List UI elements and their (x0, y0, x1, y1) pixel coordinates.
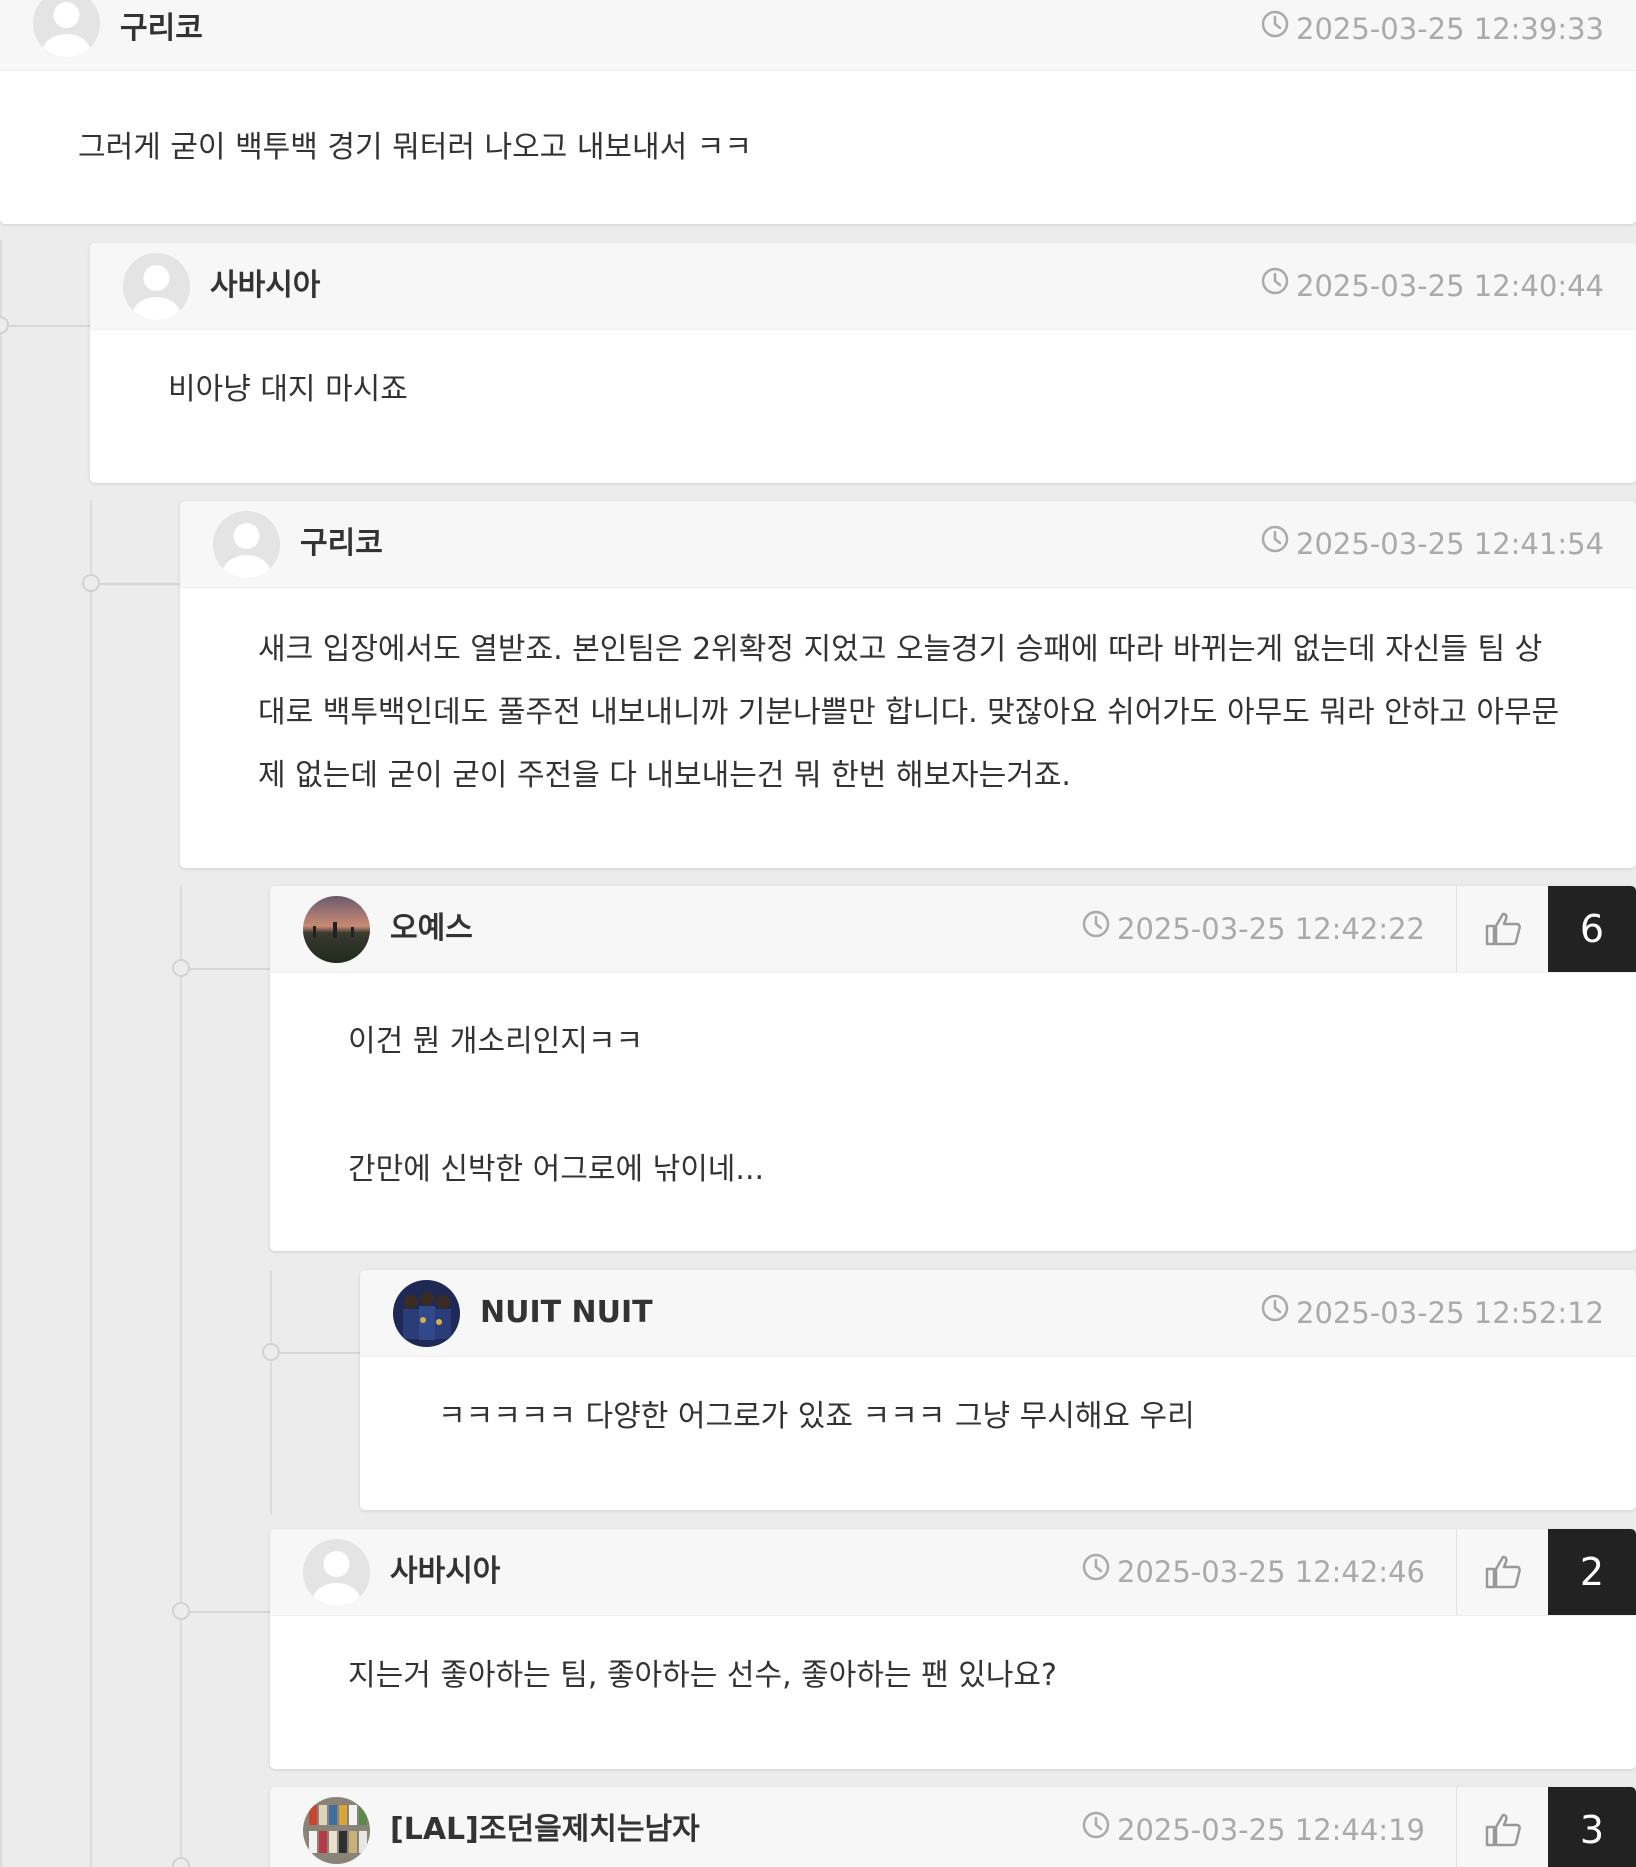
comment-card: 사바시아 2025-03-25 12:40:44 비아냥 대지 마시죠 (90, 243, 1636, 483)
comment-author[interactable]: NUIT NUIT (480, 1270, 653, 1356)
comment-card: 구리코 2025-03-25 12:41:54 새크 입장에서도 열받죠. 본인… (180, 501, 1636, 868)
thread-node (82, 574, 100, 592)
photo-avatar-shelf[interactable] (303, 1797, 370, 1864)
comment-text: 새크 입장에서도 열받죠. 본인팀은 2위확정 지었고 오늘경기 승패에 따라 … (258, 632, 1560, 793)
timestamp-text: 2025-03-25 12:40:44 (1296, 269, 1604, 303)
comment-body: 비아냥 대지 마시죠 (90, 330, 1636, 408)
timestamp-text: 2025-03-25 12:42:46 (1117, 1555, 1425, 1589)
clock-icon (1081, 886, 1111, 972)
comment-timestamp: 2025-03-25 12:42:46 (1081, 1529, 1425, 1615)
comment-body: 지는거 좋아하는 팀, 좋아하는 선수, 좋아하는 팬 있나요? (270, 1616, 1636, 1694)
comment-text: 이건 뭔 개소리인지ㅋㅋ (348, 1024, 644, 1059)
user-silhouette-icon[interactable] (213, 511, 280, 578)
comment-author[interactable]: 사바시아 (210, 243, 320, 329)
like-button[interactable] (1456, 886, 1548, 972)
like-count: 2 (1548, 1529, 1636, 1615)
thread-line-4 (270, 1270, 272, 1515)
comment-thread: 구리코 2025-03-25 12:39:33 그러게 굳이 백투백 경기 뭐터… (0, 0, 1636, 1867)
like-count: 3 (1548, 1787, 1636, 1867)
comment-text: ㅋㅋㅋㅋㅋ 다양한 어그로가 있죠 ㅋㅋㅋ 그냥 무시해요 우리 (438, 1399, 1195, 1434)
comment-header: 구리코 2025-03-25 12:41:54 (180, 501, 1636, 588)
comment-text: 지는거 좋아하는 팀, 좋아하는 선수, 좋아하는 팬 있나요? (348, 1658, 1057, 1693)
like-count: 6 (1548, 886, 1636, 972)
thread-line-2 (90, 500, 92, 1867)
comment-author[interactable]: 구리코 (300, 501, 383, 587)
comment-card: 사바시아 2025-03-25 12:42:46 2 지는거 좋아하는 팀, 좋… (270, 1529, 1636, 1769)
comment-author[interactable]: 오예스 (390, 886, 473, 972)
thread-connector (181, 1611, 270, 1613)
comment-header: 사바시아 2025-03-25 12:42:46 2 (270, 1529, 1636, 1616)
comment-card: 구리코 2025-03-25 12:39:33 그러게 굳이 백투백 경기 뭐터… (0, 0, 1636, 224)
comment-body: 그러게 굳이 백투백 경기 뭐터러 나오고 내보내서 ㅋㅋ (0, 0, 1636, 163)
photo-avatar-team[interactable] (393, 1280, 460, 1347)
timestamp-text: 2025-03-25 12:42:22 (1117, 912, 1425, 946)
clock-icon (1260, 243, 1290, 329)
thread-connector (271, 1352, 360, 1354)
timestamp-text: 2025-03-25 12:44:19 (1117, 1813, 1425, 1847)
like-button[interactable] (1456, 1787, 1548, 1867)
clock-icon (1081, 1529, 1111, 1615)
user-silhouette-icon[interactable] (123, 253, 190, 320)
thread-node (262, 1343, 280, 1361)
comment-header: [LAL]조던을제치는남자 2025-03-25 12:44:19 3 (270, 1787, 1636, 1867)
thumbs-up-icon (1485, 912, 1521, 946)
photo-avatar-sunset[interactable] (303, 896, 370, 963)
thread-connector (91, 583, 180, 585)
comment-text: 그러게 굳이 백투백 경기 뭐터러 나오고 내보내서 ㅋㅋ (78, 130, 752, 165)
thumbs-up-icon (1485, 1555, 1521, 1589)
comment-timestamp: 2025-03-25 12:44:19 (1081, 1787, 1425, 1867)
timestamp-text: 2025-03-25 12:52:12 (1296, 1296, 1604, 1330)
thread-node (172, 1857, 190, 1867)
clock-icon (1260, 1270, 1290, 1356)
comment-timestamp: 2025-03-25 12:42:22 (1081, 886, 1425, 972)
comment-body: ㅋㅋㅋㅋㅋ 다양한 어그로가 있죠 ㅋㅋㅋ 그냥 무시해요 우리 (360, 1357, 1636, 1435)
comment-body: 이건 뭔 개소리인지ㅋㅋ 간만에 신박한 어그로에 낚이네... (270, 973, 1636, 1202)
like-button[interactable] (1456, 1529, 1548, 1615)
thread-connector (0, 325, 90, 327)
thread-connector (181, 968, 270, 970)
clock-icon (1081, 1787, 1111, 1867)
comment-author[interactable]: [LAL]조던을제치는남자 (390, 1787, 700, 1867)
thread-line-3 (180, 885, 182, 1867)
user-silhouette-icon[interactable] (303, 1539, 370, 1606)
timestamp-text: 2025-03-25 12:41:54 (1296, 527, 1604, 561)
comment-header: NUIT NUIT 2025-03-25 12:52:12 (360, 1270, 1636, 1357)
thread-node (172, 1602, 190, 1620)
comment-timestamp: 2025-03-25 12:41:54 (1260, 501, 1604, 587)
comment-card: 오예스 2025-03-25 12:42:22 6 이건 뭔 개소리인지ㅋㅋ 간… (270, 886, 1636, 1251)
comment-text: 간만에 신박한 어그로에 낚이네... (348, 1152, 765, 1187)
comment-text: 비아냥 대지 마시죠 (168, 372, 408, 407)
comment-card: [LAL]조던을제치는남자 2025-03-25 12:44:19 3 (270, 1787, 1636, 1867)
comment-timestamp: 2025-03-25 12:40:44 (1260, 243, 1604, 329)
comment-author[interactable]: 사바시아 (390, 1529, 500, 1615)
thread-line-1 (0, 240, 2, 1867)
comment-header: 오예스 2025-03-25 12:42:22 6 (270, 886, 1636, 973)
comment-header: 사바시아 2025-03-25 12:40:44 (90, 243, 1636, 330)
comment-card: NUIT NUIT 2025-03-25 12:52:12 ㅋㅋㅋㅋㅋ 다양한 … (360, 1270, 1636, 1510)
clock-icon (1260, 501, 1290, 587)
thumbs-up-icon (1485, 1813, 1521, 1847)
thread-node (0, 316, 9, 334)
comment-body: 새크 입장에서도 열받죠. 본인팀은 2위확정 지었고 오늘경기 승패에 따라 … (180, 588, 1636, 807)
comment-timestamp: 2025-03-25 12:52:12 (1260, 1270, 1604, 1356)
thread-node (172, 959, 190, 977)
